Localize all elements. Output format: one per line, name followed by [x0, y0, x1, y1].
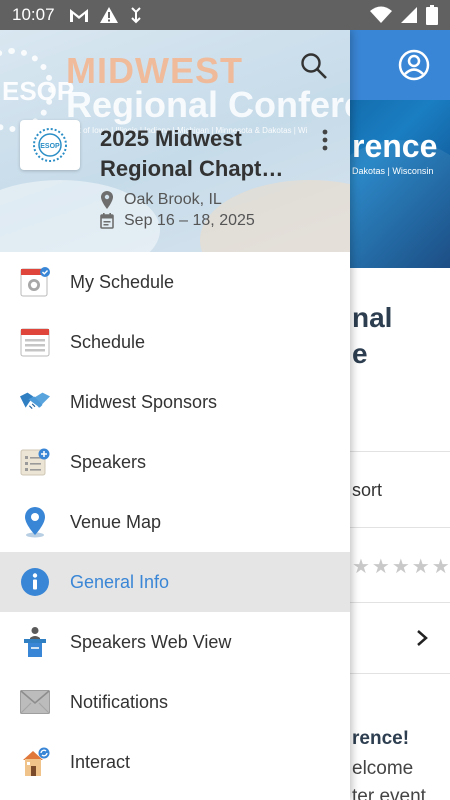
menu-label: General Info — [70, 571, 170, 592]
menu-item-my-schedule[interactable]: My Schedule — [0, 252, 350, 312]
podium-icon — [20, 626, 50, 658]
speakers-icon — [20, 446, 50, 478]
event-title: 2025 Midwest Regional Chapt… — [100, 126, 284, 181]
my-schedule-icon — [20, 266, 50, 298]
svg-text:ESOP: ESOP — [40, 143, 60, 150]
menu-label: Midwest Sponsors — [70, 391, 218, 412]
event-location: Oak Brook, IL — [100, 191, 222, 209]
data-saver-icon — [130, 7, 141, 24]
menu-item-midwest-sponsors[interactable]: Midwest Sponsors — [0, 372, 350, 432]
menu-item-interact[interactable]: Interact — [0, 732, 350, 792]
warning-icon — [99, 7, 118, 23]
search-icon[interactable] — [300, 52, 328, 80]
drawer-header: ESOP MIDWEST Regional Conference rt of I… — [0, 30, 350, 252]
drawer-menu: My Schedule Schedule Midwest Sponsors Sp… — [0, 252, 350, 792]
signal-icon — [401, 7, 417, 23]
menu-label: Schedule — [70, 331, 146, 352]
calendar-icon — [20, 326, 50, 358]
status-bar: 10:07 — [0, 0, 450, 30]
banner-regional-text: Regional Conference — [66, 84, 350, 125]
banner-esop-text: ESOP — [2, 76, 75, 106]
wifi-icon — [370, 6, 392, 23]
menu-item-venue-map[interactable]: Venue Map — [0, 492, 350, 552]
location-pin-icon — [101, 191, 113, 209]
info-icon — [20, 566, 50, 598]
menu-label: My Schedule — [70, 271, 175, 292]
menu-item-schedule[interactable]: Schedule — [0, 312, 350, 372]
handshake-icon — [20, 386, 50, 418]
menu-label: Notifications — [70, 691, 169, 712]
menu-label: Speakers — [70, 451, 147, 472]
more-options-icon[interactable] — [318, 128, 332, 152]
menu-item-speakers-web-view[interactable]: Speakers Web View — [0, 612, 350, 672]
event-logo: ESOP — [20, 120, 80, 170]
menu-label: Interact — [70, 751, 131, 772]
event-dates: Sep 16 – 18, 2025 — [100, 212, 255, 230]
calendar-small-icon — [100, 213, 114, 229]
menu-item-general-info[interactable]: General Info — [0, 552, 350, 612]
envelope-icon — [20, 686, 50, 718]
menu-label: Venue Map — [70, 511, 162, 532]
interact-icon — [20, 746, 50, 778]
menu-label: Speakers Web View — [70, 631, 232, 652]
status-time: 10:07 — [12, 5, 55, 24]
menu-item-notifications[interactable]: Notifications — [0, 672, 350, 732]
menu-item-speakers[interactable]: Speakers — [0, 432, 350, 492]
esop-logo-icon: ESOP — [33, 128, 67, 162]
battery-icon — [426, 5, 438, 25]
map-pin-icon — [20, 506, 50, 538]
gmail-icon — [69, 9, 88, 22]
navigation-drawer: ESOP MIDWEST Regional Conference rt of I… — [0, 30, 350, 800]
